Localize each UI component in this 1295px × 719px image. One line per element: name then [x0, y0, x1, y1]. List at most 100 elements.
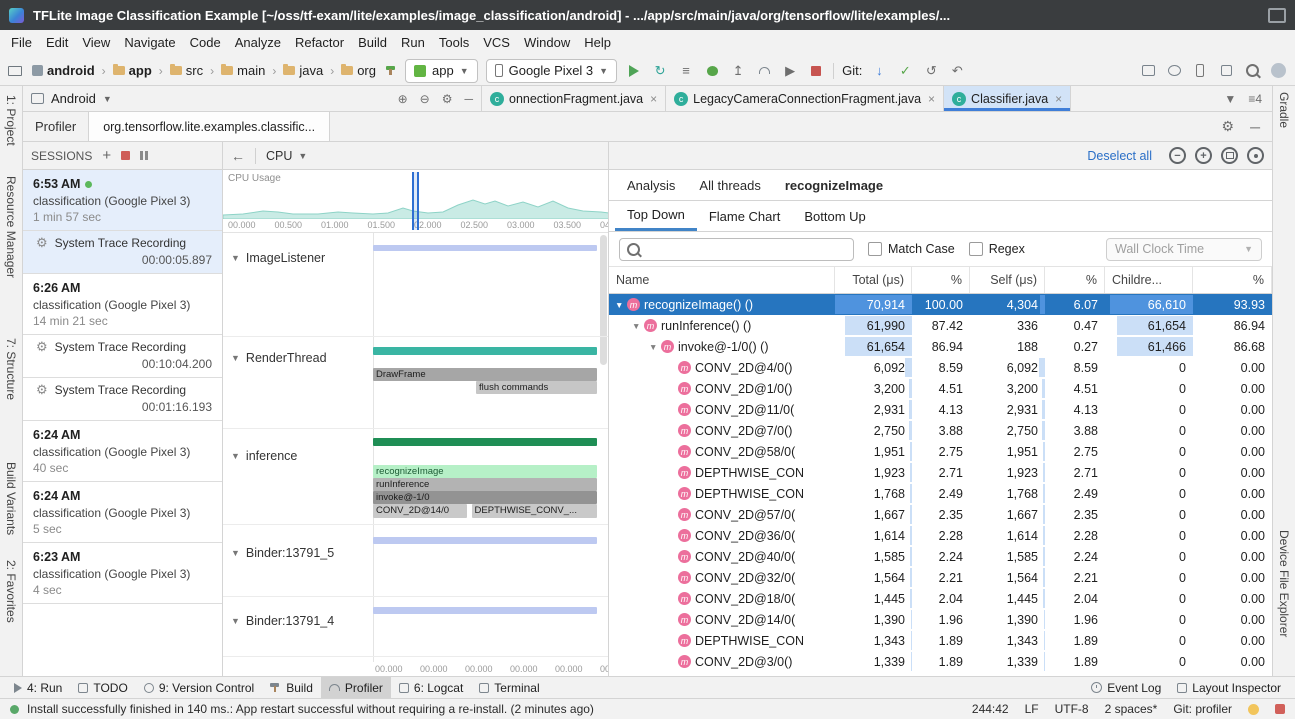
minimize-icon[interactable]: ─ [1250, 119, 1260, 135]
project-view-selector[interactable]: Android [51, 91, 96, 106]
git-rollback-icon[interactable]: ↶ [948, 61, 966, 81]
regex-checkbox[interactable] [969, 242, 983, 256]
encoding[interactable]: UTF-8 [1055, 702, 1089, 716]
table-row[interactable]: ▼minvoke@-1/0() ()61,65486.941880.2761,4… [609, 336, 1272, 357]
breadcrumb-item-main[interactable]: main [219, 63, 267, 78]
git-update-icon[interactable]: ↓ [870, 61, 888, 81]
table-row[interactable]: mCONV_2D@7/0()2,7503.882,7503.8800.00 [609, 420, 1272, 441]
trace-bar[interactable]: flush commands [476, 381, 597, 394]
recording-row[interactable]: ⚙System Trace Recording00:10:04.200 [23, 335, 222, 378]
menu-item-vcs[interactable]: VCS [476, 30, 517, 56]
run-to-cursor-icon[interactable]: ▶ [781, 61, 799, 81]
table-row[interactable]: mCONV_2D@14/0(1,3901.961,3901.9600.00 [609, 609, 1272, 630]
session-card[interactable]: 6:53 AMclassification (Google Pixel 3)1 … [23, 170, 222, 231]
menu-item-run[interactable]: Run [394, 30, 432, 56]
table-row[interactable]: mCONV_2D@11/0(2,9314.132,9314.1300.00 [609, 399, 1272, 420]
analysis-tab-all-threads[interactable]: All threads [687, 170, 772, 200]
analysis-tab-analysis[interactable]: Analysis [615, 170, 687, 200]
indent-config[interactable]: 2 spaces* [1105, 702, 1158, 716]
session-card[interactable]: 6:23 AMclassification (Google Pixel 3)4 … [23, 543, 222, 604]
tool-stripe-2-favorites[interactable]: 2: Favorites [4, 560, 18, 623]
tool-button-layout-inspector[interactable]: Layout Inspector [1169, 677, 1289, 698]
zoom-in-icon[interactable]: + [1195, 147, 1212, 164]
tool-stripe-build-variants[interactable]: Build Variants [4, 462, 18, 535]
table-row[interactable]: mCONV_2D@32/0(1,5642.211,5642.2100.00 [609, 567, 1272, 588]
editor-tab-onnectionfragment-java[interactable]: connectionFragment.java× [481, 86, 666, 111]
tool-stripe-7-structure[interactable]: 7: Structure [4, 338, 18, 400]
menu-item-build[interactable]: Build [351, 30, 394, 56]
search-box[interactable] [619, 238, 854, 261]
column-header-1[interactable]: Total (μs) [835, 267, 912, 293]
search-everywhere-icon[interactable] [1243, 61, 1261, 81]
trace-bar[interactable]: DrawFrame [373, 368, 597, 381]
feedback-icon[interactable] [1248, 704, 1259, 715]
analysis-subtab-bottom-up[interactable]: Bottom Up [792, 201, 877, 231]
column-header-0[interactable]: Name [609, 267, 835, 293]
table-row[interactable]: mCONV_2D@40/0(1,5852.241,5852.2400.00 [609, 546, 1272, 567]
collapse-arrow-icon[interactable]: ▼ [231, 451, 240, 461]
live-view-icon[interactable] [140, 151, 148, 160]
tool-button-6-logcat[interactable]: 6: Logcat [391, 677, 471, 698]
breadcrumb-item-org[interactable]: org [339, 63, 378, 78]
menu-item-help[interactable]: Help [577, 30, 618, 56]
table-row[interactable]: mCONV_2D@58/0(1,9512.751,9512.7500.00 [609, 441, 1272, 462]
sdk-manager-icon[interactable] [1165, 61, 1183, 81]
git-branch[interactable]: Git: profiler [1173, 702, 1232, 716]
column-header-6[interactable]: % [1193, 267, 1272, 293]
breadcrumb-item-android[interactable]: android [30, 63, 97, 78]
debug-button[interactable] [703, 61, 721, 81]
expand-arrow-icon[interactable]: ▼ [649, 342, 661, 352]
range-selection-handle[interactable] [412, 172, 419, 230]
tool-button-profiler[interactable]: Profiler [321, 677, 391, 698]
git-commit-icon[interactable]: ✓ [896, 61, 914, 81]
table-row[interactable]: mDEPTHWISE_CON1,3431.891,3431.8900.00 [609, 630, 1272, 651]
trace-bar[interactable]: recognizeImage [373, 465, 597, 478]
settings-icon[interactable]: ⚙ [1222, 118, 1235, 135]
match-case-checkbox[interactable] [868, 242, 882, 256]
session-card[interactable]: 6:26 AMclassification (Google Pixel 3)14… [23, 274, 222, 335]
clock-mode-dropdown[interactable]: Wall Clock Time ▼ [1106, 238, 1262, 261]
editor-tab-legacycameraconnectionfragment-java[interactable]: cLegacyCameraConnectionFragment.java× [666, 86, 944, 111]
analysis-tab-recognizeimage[interactable]: recognizeImage [773, 170, 895, 200]
table-row[interactable]: ▼mrecognizeImage() ()70,914100.004,3046.… [609, 294, 1272, 315]
hide-panel-icon[interactable]: ─ [464, 92, 473, 106]
trace-bar[interactable]: runInference [373, 478, 597, 491]
collapse-all-icon[interactable]: ⊖ [420, 92, 430, 106]
add-session-icon[interactable]: + [102, 148, 111, 163]
thread-label[interactable]: ▼Binder:13791_5 [231, 546, 334, 560]
session-card[interactable]: 6:24 AMclassification (Google Pixel 3)40… [23, 421, 222, 482]
breadcrumb-item-src[interactable]: src [168, 63, 205, 78]
expand-arrow-icon[interactable]: ▼ [615, 300, 627, 310]
recording-row[interactable]: ⚙System Trace Recording00:01:16.193 [23, 378, 222, 421]
table-row[interactable]: ▼mrunInference() ()61,99087.423360.4761,… [609, 315, 1272, 336]
tool-button-4-run[interactable]: 4: Run [6, 677, 70, 698]
tool-button-9-version-control[interactable]: 9: Version Control [136, 677, 262, 698]
close-icon[interactable]: × [928, 92, 935, 106]
window-controls-icon[interactable] [1268, 8, 1286, 23]
close-icon[interactable]: × [650, 92, 657, 106]
device-dropdown[interactable]: Google Pixel 3 ▼ [486, 59, 617, 83]
zoom-to-selection-icon[interactable] [1247, 147, 1264, 164]
thread-label[interactable]: ▼inference [231, 449, 297, 463]
thread-label[interactable]: ▼ImageListener [231, 251, 325, 265]
attach-debugger-icon[interactable]: ↥ [729, 61, 747, 81]
menu-item-window[interactable]: Window [517, 30, 577, 56]
close-icon[interactable]: × [1055, 92, 1062, 106]
table-row[interactable]: mDEPTHWISE_CON1,7682.491,7682.4900.00 [609, 483, 1272, 504]
cpu-selector-dropdown[interactable]: CPU ▼ [266, 149, 600, 163]
tool-stripe-1-project[interactable]: 1: Project [4, 95, 18, 146]
tool-button-todo[interactable]: TODO [70, 677, 135, 698]
table-row[interactable]: mCONV_2D@18/0(1,4452.041,4452.0400.00 [609, 588, 1272, 609]
trace-bar[interactable]: DEPTHWISE_CONV_... [472, 504, 597, 518]
collapse-arrow-icon[interactable]: ▼ [231, 548, 240, 558]
table-row[interactable]: mCONV_2D@36/0(1,6142.281,6142.2800.00 [609, 525, 1272, 546]
analysis-subtab-flame-chart[interactable]: Flame Chart [697, 201, 793, 231]
tool-stripe-gradle[interactable]: Gradle [1277, 92, 1291, 128]
column-header-5[interactable]: Childre... [1105, 267, 1193, 293]
avd-manager-icon[interactable] [1139, 61, 1157, 81]
tab-list-icon[interactable]: ≡4 [1248, 92, 1262, 106]
run-button[interactable] [625, 61, 643, 81]
settings-icon[interactable]: ⚙ [442, 92, 453, 106]
column-header-2[interactable]: % [912, 267, 970, 293]
menu-item-analyze[interactable]: Analyze [228, 30, 288, 56]
